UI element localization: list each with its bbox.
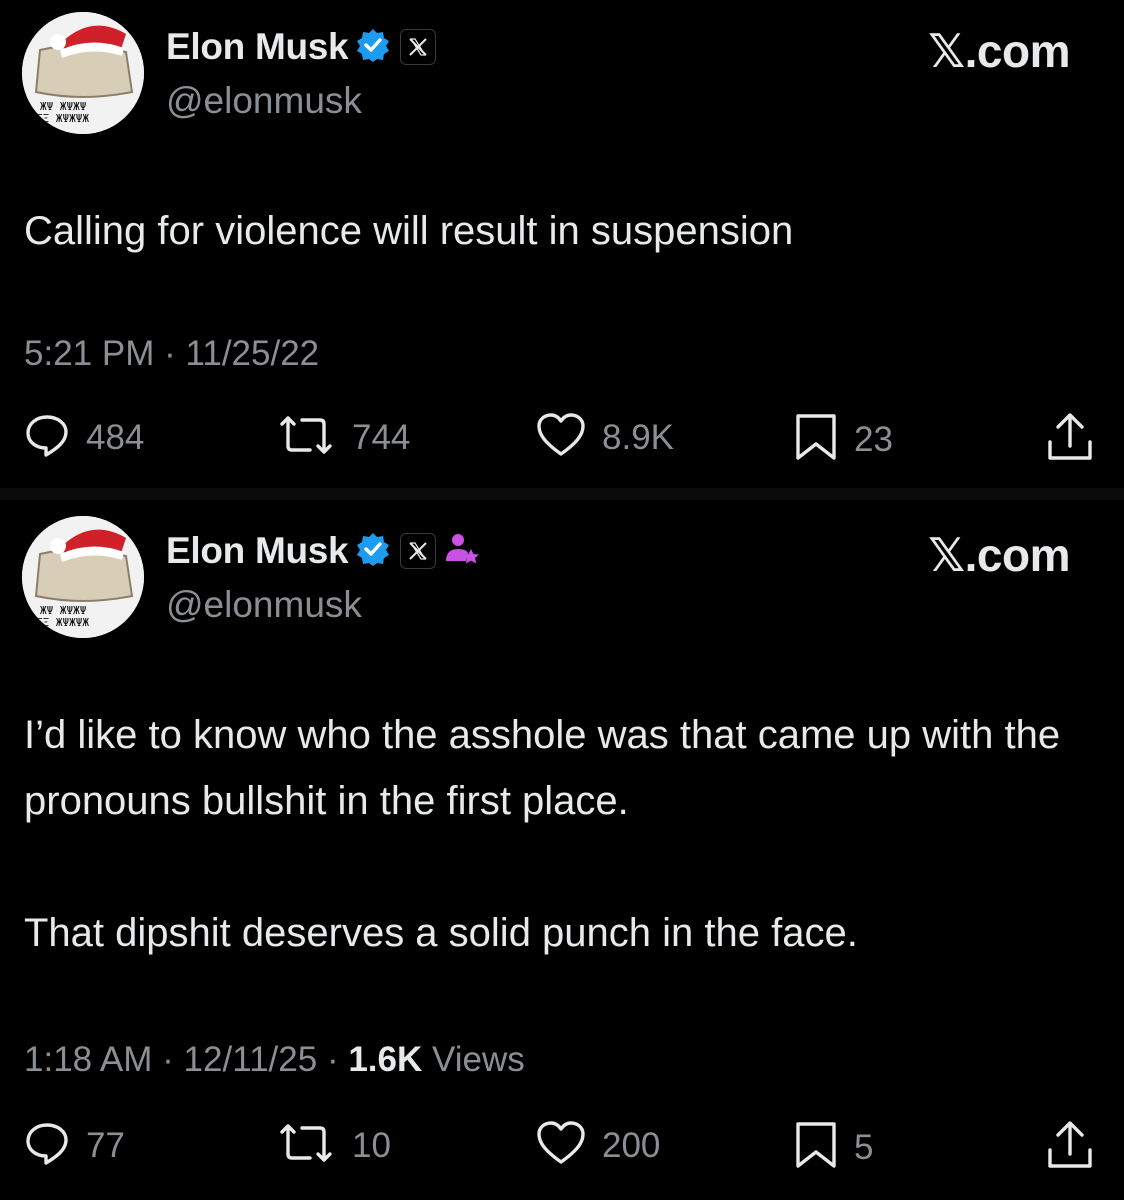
meta-separator: · [326, 1040, 349, 1079]
share-icon [1046, 1120, 1094, 1175]
author-name[interactable]: Elon Musk [166, 530, 349, 572]
author-row: Elon Musk [166, 530, 480, 572]
avatar[interactable]: ЖΨ ЖΨЖΨ ΞΞ ЖΨЖΨЖ [22, 516, 144, 638]
heart-icon [536, 1120, 586, 1171]
verified-badge-icon [356, 532, 390, 571]
bookmark-count: 5 [854, 1127, 874, 1167]
reply-icon [24, 1120, 70, 1171]
views-count: 1.6K [348, 1040, 423, 1079]
person-star-icon [444, 531, 480, 572]
tweet-paragraph: I’d like to know who the asshole was tha… [24, 713, 1061, 823]
tweet-meta: 1:18 AM · 12/11/25 · 1.6K Views [24, 1040, 525, 1080]
bookmark-button[interactable]: 5 [794, 1120, 873, 1175]
bookmark-icon [794, 1120, 838, 1175]
x-logo-icon [400, 533, 437, 569]
tweet-paragraph: That dipshit deserves a solid punch in t… [24, 911, 858, 955]
tweet-date[interactable]: 12/11/25 [184, 1040, 318, 1079]
reply-count: 77 [86, 1125, 125, 1165]
share-button[interactable] [1046, 1120, 1094, 1175]
meta-separator: · [162, 1040, 184, 1079]
reply-button[interactable]: 77 [24, 1120, 125, 1171]
like-count: 200 [602, 1125, 661, 1165]
author-handle[interactable]: @elonmusk [166, 584, 362, 626]
action-bar: 77 10 200 5 [0, 1120, 1124, 1180]
views-label: Views [432, 1040, 525, 1079]
repost-count: 10 [352, 1125, 391, 1165]
like-button[interactable]: 200 [536, 1120, 660, 1171]
tweet-time[interactable]: 1:18 AM [24, 1040, 152, 1079]
repost-button[interactable]: 10 [276, 1120, 391, 1171]
svg-text:ΞΞ ЖΨЖΨЖ: ΞΞ ЖΨЖΨЖ [36, 616, 89, 629]
repost-icon [276, 1120, 336, 1171]
brand-label: 𝕏.com [928, 529, 1070, 581]
tweet-text: I’d like to know who the asshole was tha… [24, 702, 1104, 966]
tweet-2[interactable]: ЖΨ ЖΨЖΨ ΞΞ ЖΨЖΨЖ Elon Musk @elonmusk 𝕏.c… [0, 0, 1124, 1168]
